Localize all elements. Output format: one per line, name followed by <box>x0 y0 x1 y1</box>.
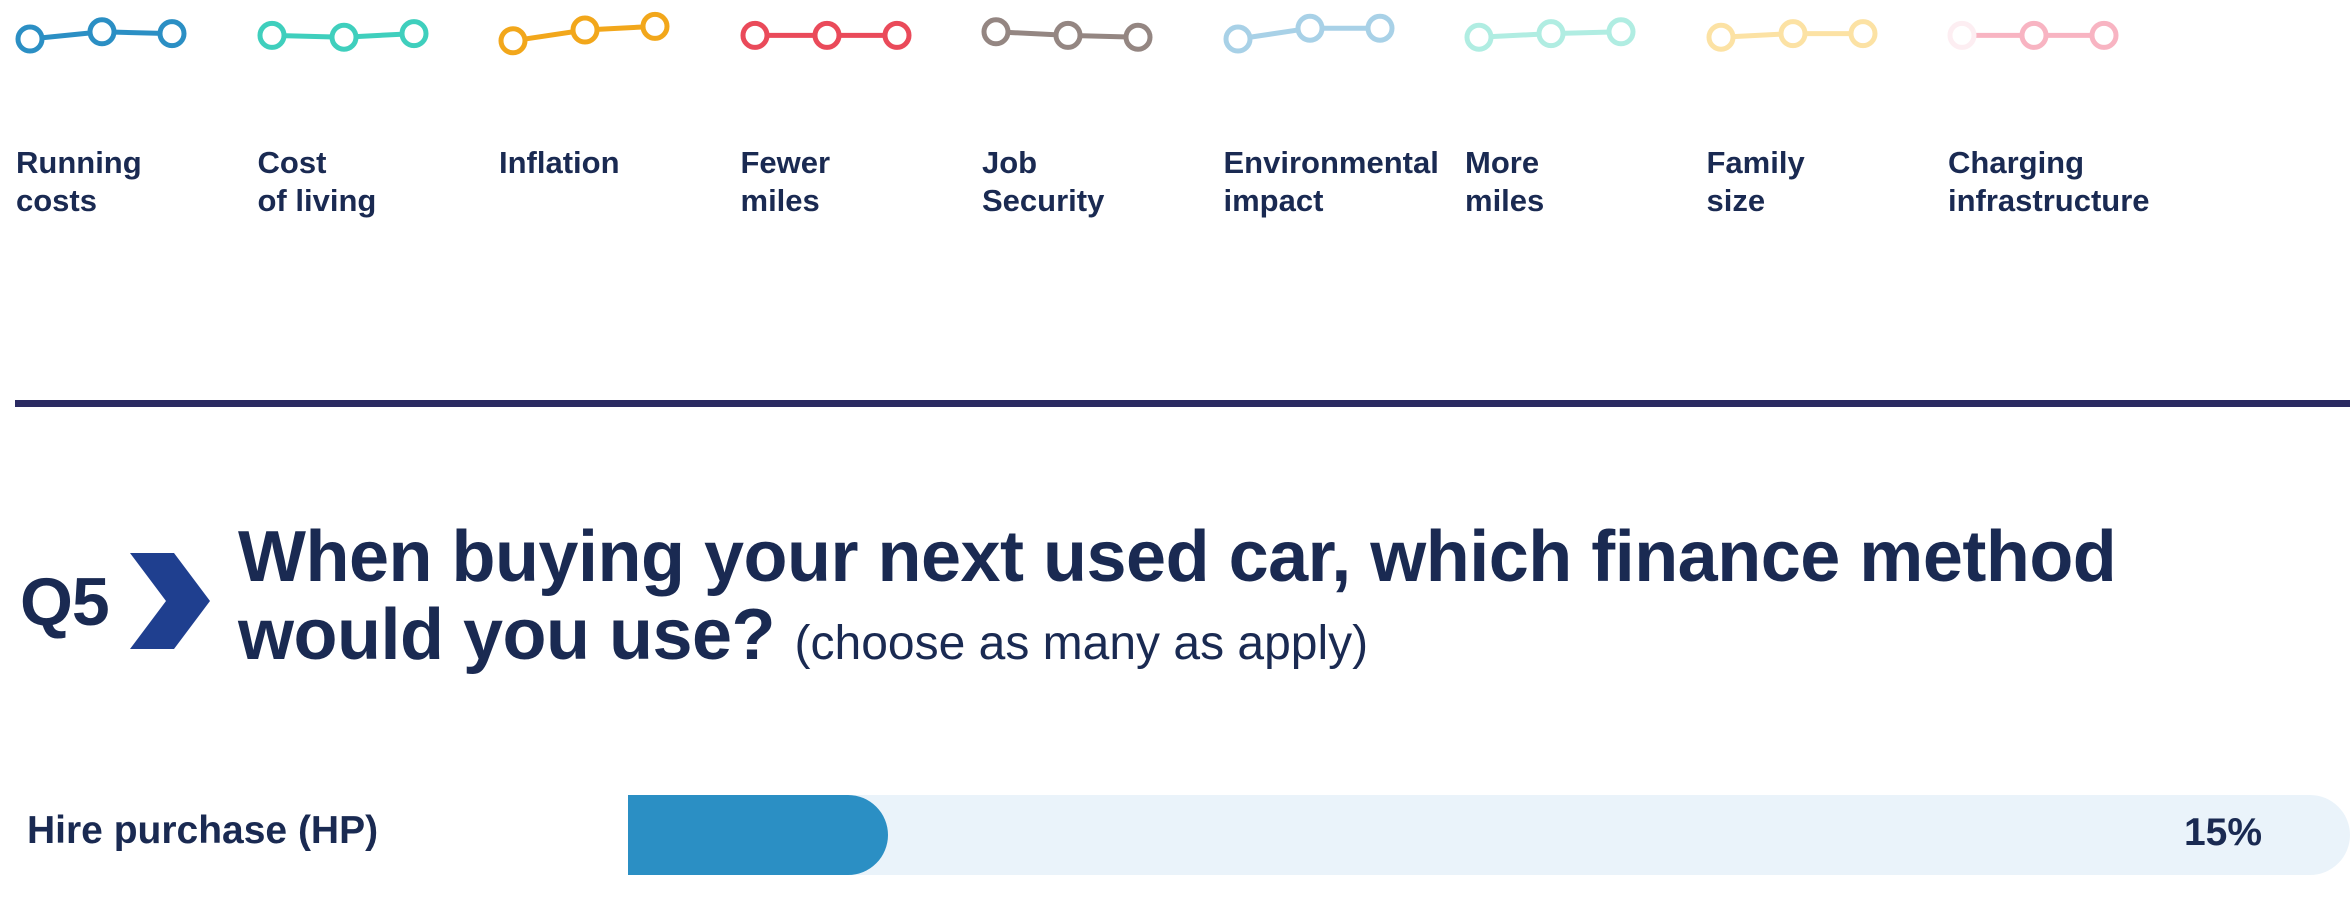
legend-line-glyph <box>981 17 1153 52</box>
question-line-2-wrap: would you use? (choose as many as apply) <box>238 596 2318 683</box>
legend-point <box>1365 13 1394 43</box>
legend-point <box>812 20 841 50</box>
legend-item: Fewer miles <box>725 0 955 250</box>
legend-label-line: Security <box>982 183 1105 218</box>
legend-point <box>257 20 286 50</box>
legend-label-line: of living <box>257 183 377 218</box>
bar-track: 15% <box>628 795 2350 875</box>
legend-label-line: size <box>1706 183 1766 218</box>
section-divider <box>15 400 2350 407</box>
legend-label-line: impact <box>1223 183 1324 218</box>
legend-label: Family size <box>1707 144 1937 220</box>
legend-label-line: Running <box>16 145 142 180</box>
legend-point <box>1123 22 1153 52</box>
legend-point <box>1947 20 1977 50</box>
legend-label-line: miles <box>740 183 820 218</box>
legend-item: Cost of living <box>242 0 472 250</box>
legend-label-line: Job <box>982 145 1038 180</box>
legend-line-glyph <box>740 20 911 50</box>
legend-point <box>87 17 117 47</box>
legend-label-line: Family <box>1706 145 1805 180</box>
bar-category-label: Hire purchase (HP) <box>27 809 379 852</box>
legend-line-glyph <box>257 19 428 52</box>
legend-label-line: infrastructure <box>1948 183 2150 218</box>
bar-value-label: 15% <box>2183 811 2262 854</box>
legend-line-glyph <box>1947 20 2119 50</box>
legend-label-line: Inflation <box>499 145 620 180</box>
legend-point <box>570 15 600 45</box>
legend-point <box>740 20 769 50</box>
legend-label: Environmental impact <box>1224 144 1454 220</box>
legend-line-glyph <box>15 17 187 54</box>
legend-line-glyph <box>1464 17 1636 52</box>
legend-label: Cost of living <box>258 144 488 220</box>
legend-item: More miles <box>1449 0 1679 250</box>
legend-label-line: Charging <box>1948 145 2085 180</box>
question-note: (choose as many as apply) <box>794 617 1369 670</box>
question-text: When buying your next used car, which fi… <box>238 518 2318 683</box>
legend-item: Running costs <box>0 0 230 250</box>
legend-point <box>399 19 428 49</box>
legend-point <box>1606 17 1636 47</box>
legend-point <box>1223 24 1252 54</box>
legend-point <box>1778 19 1807 49</box>
legend-line-glyph <box>498 11 670 56</box>
legend-point <box>329 22 358 52</box>
legend-point <box>15 24 45 54</box>
legend-point <box>1536 19 1566 49</box>
chart-legend: Running costs Cost of living Inflation Fewer m… <box>0 0 2350 250</box>
legend-point <box>498 26 528 56</box>
legend-point <box>1706 22 1735 52</box>
legend-point <box>882 20 911 50</box>
legend-point <box>1464 22 1494 52</box>
legend-item: Inflation <box>483 0 713 250</box>
bar-row: Hire purchase (HP) 15% <box>0 795 2350 875</box>
legend-label-line: miles <box>1465 183 1545 218</box>
legend-item: Environmental impact <box>1208 0 1439 250</box>
legend-label: Job Security <box>982 144 1212 220</box>
legend-point <box>157 19 187 49</box>
legend-label-line: Cost <box>257 145 327 180</box>
legend-label: Fewer miles <box>741 144 971 220</box>
legend-point <box>2019 20 2049 50</box>
legend-point <box>640 11 670 41</box>
question-line-1: When buying your next used car, which fi… <box>238 517 2117 597</box>
question-number: Q5 <box>20 564 110 640</box>
legend-point <box>981 17 1011 47</box>
legend-label-line: More <box>1465 145 1540 180</box>
legend-line-glyph <box>1706 19 1877 52</box>
legend-item: Charging infrastructure <box>1932 0 2162 250</box>
legend-label-line: Environmental <box>1223 145 1439 180</box>
legend-point <box>1053 20 1083 50</box>
legend-item: Job Security <box>966 0 1196 250</box>
legend-label: Inflation <box>499 144 729 182</box>
legend-label: More miles <box>1465 144 1695 220</box>
legend-label-line: Fewer <box>740 145 831 180</box>
legend-label: Running costs <box>16 144 246 220</box>
legend-point <box>2089 20 2119 50</box>
bar-fill <box>628 795 888 875</box>
legend-point <box>1848 19 1877 49</box>
question-line-2: would you use? <box>238 595 776 675</box>
chevron-right-icon <box>130 553 210 649</box>
legend-point <box>1295 13 1324 43</box>
legend-item: Family size <box>1691 0 1921 250</box>
legend-line-glyph <box>1223 13 1394 54</box>
legend-label-line: costs <box>16 183 97 218</box>
legend-label: Charging infrastructure <box>1948 144 2178 220</box>
